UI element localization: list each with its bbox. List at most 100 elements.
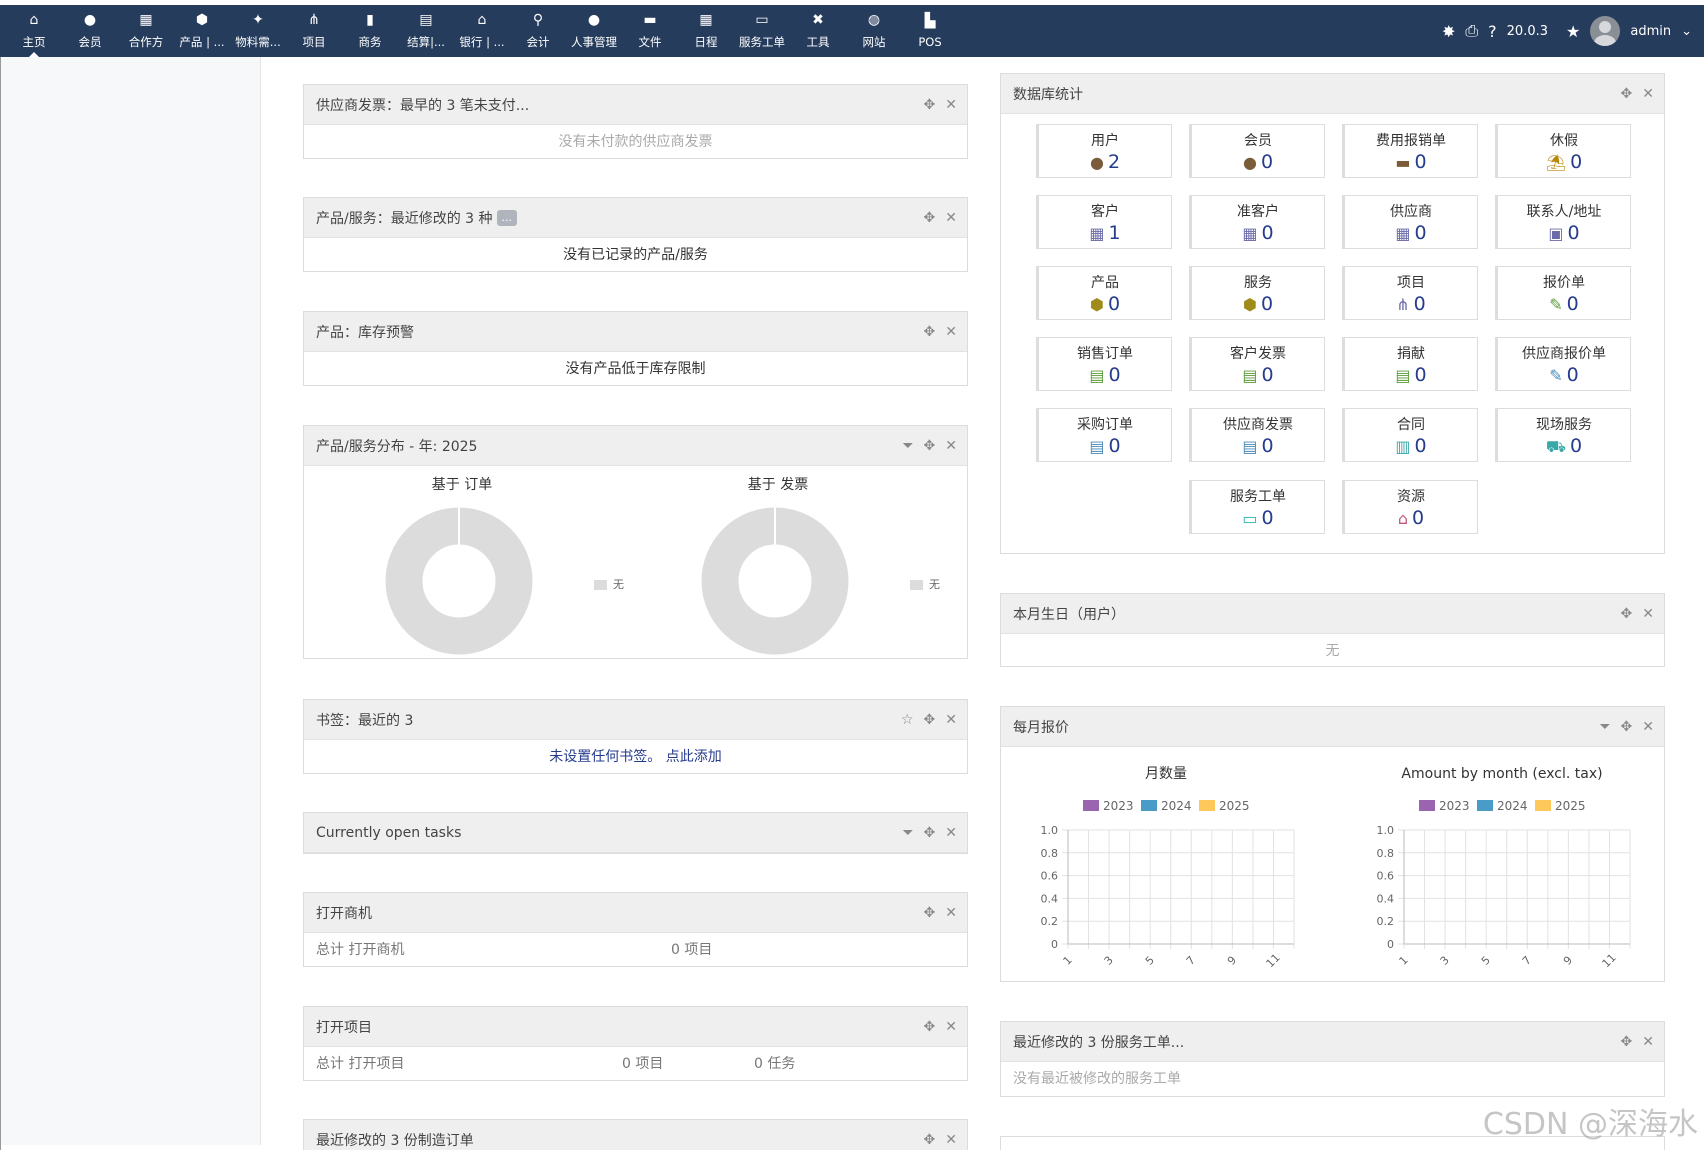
close-icon[interactable]: ✕: [945, 1132, 957, 1148]
menu-item[interactable]: ● 会员: [62, 5, 118, 57]
move-icon[interactable]: ✥: [924, 97, 936, 113]
move-icon[interactable]: ✥: [1621, 1034, 1633, 1050]
star-outline-icon[interactable]: ☆: [901, 712, 914, 728]
stat-card[interactable]: 客户发票 ▤ 0: [1189, 337, 1325, 391]
close-icon[interactable]: ✕: [945, 905, 957, 921]
bug-icon[interactable]: ✸: [1442, 22, 1455, 41]
menu-label: 网站: [862, 35, 886, 49]
chevron-down-icon[interactable]: ⌄: [1681, 24, 1692, 39]
stat-card[interactable]: 费用报销单 ▬ 0: [1342, 124, 1478, 178]
stat-label: 联系人/地址: [1526, 204, 1602, 220]
stat-icon: ▦: [1395, 224, 1411, 243]
menu-item[interactable]: ▦ 日程: [678, 5, 734, 57]
close-icon[interactable]: ✕: [1642, 86, 1654, 102]
stat-label: 合同: [1397, 417, 1425, 433]
menu-item[interactable]: ✖ 工具: [790, 5, 846, 57]
summary-tasks[interactable]: 0 任务: [754, 1053, 795, 1073]
stat-card[interactable]: 资源 ⌂ 0: [1342, 480, 1478, 534]
close-icon[interactable]: ✕: [945, 1019, 957, 1035]
stat-card[interactable]: 捐献 ▤ 0: [1342, 337, 1478, 391]
stat-card[interactable]: 用户 ● 2: [1036, 124, 1172, 178]
legend-item: 无: [910, 576, 940, 592]
stat-card[interactable]: 供应商 ▦ 0: [1342, 195, 1478, 249]
stat-icon: ⛟: [1545, 437, 1567, 456]
user-name[interactable]: admin: [1630, 24, 1671, 39]
stat-card[interactable]: 供应商发票 ▤ 0: [1189, 408, 1325, 462]
move-icon[interactable]: ✥: [924, 1019, 936, 1035]
menu-item[interactable]: ▤ 结算|...: [398, 5, 454, 57]
move-icon[interactable]: ✥: [924, 905, 936, 921]
stat-card[interactable]: 会员 ● 0: [1189, 124, 1325, 178]
menu-item[interactable]: ⬢ 产品 | ...: [174, 5, 230, 57]
stat-label: 费用报销单: [1376, 133, 1446, 149]
filter-icon[interactable]: ⏷: [902, 438, 913, 454]
stat-card[interactable]: 客户 ▦ 1: [1036, 195, 1172, 249]
stat-value: 0: [1412, 507, 1425, 529]
summary-value[interactable]: 0 项目: [671, 939, 712, 959]
stat-card[interactable]: 项目 ⋔ 0: [1342, 266, 1478, 320]
top-navbar: ⌂ 主页 ● 会员 ▦ 合作方 ⬢ 产品 | ... ✦ 物料需... ⋔ 项目 ▮ 商务 ▤ 结算|... ⌂…: [0, 5, 1704, 57]
help-icon[interactable]: ?: [1488, 22, 1497, 41]
stat-card[interactable]: 采购订单 ▤ 0: [1036, 408, 1172, 462]
menu-item[interactable]: ◍ 网站: [846, 5, 902, 57]
close-icon[interactable]: ✕: [945, 97, 957, 113]
stat-card[interactable]: 产品 ⬢ 0: [1036, 266, 1172, 320]
menu-item[interactable]: ⚲ 会计: [510, 5, 566, 57]
close-icon[interactable]: ✕: [945, 438, 957, 454]
move-icon[interactable]: ✥: [924, 1132, 936, 1148]
move-icon[interactable]: ✥: [1621, 719, 1633, 735]
menu-item[interactable]: ● 人事管理: [566, 5, 622, 57]
stat-card[interactable]: 服务工单 ▭ 0: [1189, 480, 1325, 534]
legend-label: 2025: [1555, 799, 1586, 813]
menu-item[interactable]: ⌂ 银行 | ...: [454, 5, 510, 57]
stat-card[interactable]: 休假 ⛱ 0: [1495, 124, 1631, 178]
menu-icon: ◍: [867, 12, 881, 28]
stat-value: 0: [1261, 222, 1274, 244]
stat-card[interactable]: 报价单 ✎ 0: [1495, 266, 1631, 320]
close-icon[interactable]: ✕: [945, 210, 957, 226]
menu-item[interactable]: ▭ 服务工单: [734, 5, 790, 57]
stat-card[interactable]: 现场服务 ⛟ 0: [1495, 408, 1631, 462]
close-icon[interactable]: ✕: [1642, 1034, 1654, 1050]
close-icon[interactable]: ✕: [1642, 606, 1654, 622]
menu-item[interactable]: ▦ 合作方: [118, 5, 174, 57]
move-icon[interactable]: ✥: [924, 438, 936, 454]
filter-icon[interactable]: ⏷: [902, 825, 913, 841]
menu-item[interactable]: ▬ 文件: [622, 5, 678, 57]
close-icon[interactable]: ✕: [945, 825, 957, 841]
avatar[interactable]: [1590, 16, 1621, 46]
menu-item[interactable]: ⌂ 主页: [6, 5, 62, 57]
move-icon[interactable]: ✥: [924, 324, 936, 340]
stat-icon: ⬢: [1242, 295, 1257, 314]
stat-card[interactable]: 合同 ▥ 0: [1342, 408, 1478, 462]
filter-icon[interactable]: ⏷: [1599, 719, 1610, 735]
menu-item[interactable]: ⋔ 项目: [286, 5, 342, 57]
stat-card[interactable]: 服务 ⬢ 0: [1189, 266, 1325, 320]
menu-item[interactable]: ✦ 物料需...: [230, 5, 286, 57]
move-icon[interactable]: ✥: [1621, 606, 1633, 622]
menu-item[interactable]: ▙ POS: [902, 5, 958, 57]
stat-card[interactable]: 准客户 ▦ 0: [1189, 195, 1325, 249]
move-icon[interactable]: ✥: [924, 825, 936, 841]
move-icon[interactable]: ✥: [1621, 86, 1633, 102]
stat-card[interactable]: 供应商报价单 ✎ 0: [1495, 337, 1631, 391]
print-icon[interactable]: ⎙: [1465, 21, 1478, 41]
more-tag[interactable]: ...: [496, 209, 518, 226]
widget-title: Currently open tasks: [316, 824, 462, 841]
close-icon[interactable]: ✕: [945, 712, 957, 728]
close-icon[interactable]: ✕: [1642, 719, 1654, 735]
move-icon[interactable]: ✥: [924, 712, 936, 728]
add-bookmark-link[interactable]: 未设置任何书签。 点此添加: [304, 740, 967, 772]
stat-card[interactable]: 联系人/地址 ▣ 0: [1495, 195, 1631, 249]
stat-card[interactable]: 销售订单 ▤ 0: [1036, 337, 1172, 391]
stat-value-row: ▤ 0: [1039, 435, 1171, 457]
close-icon[interactable]: ✕: [945, 324, 957, 340]
menu-item[interactable]: ▮ 商务: [342, 5, 398, 57]
stat-value-row: ▭ 0: [1192, 507, 1324, 529]
summary-value[interactable]: 0 项目: [622, 1053, 754, 1073]
bookmark-star-icon[interactable]: ★: [1566, 22, 1580, 41]
move-icon[interactable]: ✥: [924, 210, 936, 226]
widget-supplier-invoices: 供应商发票：最早的 3 笔未支付... ✥ ✕ 没有未付款的供应商发票: [303, 84, 968, 159]
stat-value: 0: [1107, 293, 1121, 315]
menu-label: 会员: [78, 35, 102, 49]
